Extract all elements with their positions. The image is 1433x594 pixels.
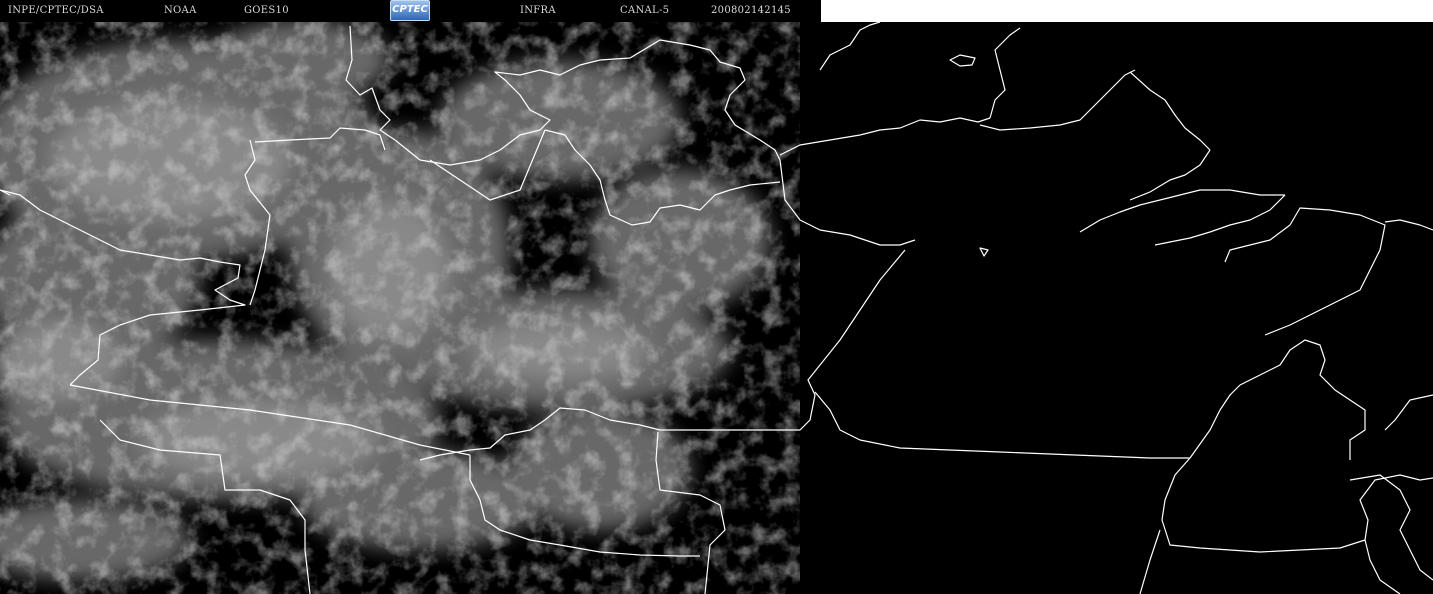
- cptec-logo-text: CPTEC: [392, 4, 428, 15]
- satellite-label: GOES10: [244, 5, 289, 16]
- timestamp-label: 200802142145: [711, 5, 791, 16]
- cptec-logo: CPTEC: [390, 0, 430, 21]
- cloud-layer: [0, 22, 800, 594]
- agency-label: NOAA: [164, 5, 197, 16]
- image-header-bar: INPE/CPTEC/DSA NOAA GOES10 CPTEC INFRA C…: [0, 0, 821, 22]
- header-blank-area: [821, 0, 1433, 22]
- band-type-label: INFRA: [520, 5, 556, 16]
- institution-label: INPE/CPTEC/DSA: [8, 5, 104, 16]
- channel-label: CANAL-5: [620, 5, 670, 16]
- satellite-map: [0, 22, 1433, 594]
